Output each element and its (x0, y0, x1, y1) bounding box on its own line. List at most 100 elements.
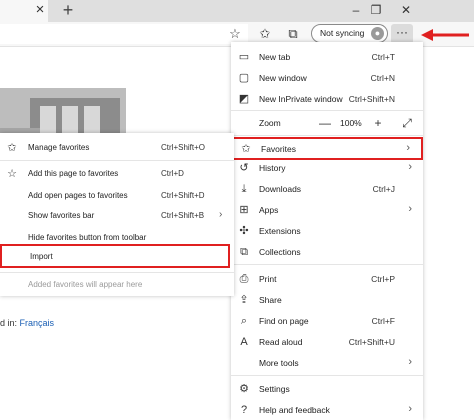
print-icon: ⎙ (239, 273, 249, 285)
favorites-icon: ✩ (7, 142, 17, 154)
close-tab-icon[interactable]: × (32, 2, 48, 18)
menu-divider (231, 375, 423, 376)
menu-shortcut: Ctrl+J (372, 184, 395, 194)
menu-item-more-tools[interactable]: More tools › (231, 353, 423, 374)
menu-divider (231, 135, 423, 136)
submenu-shortcut: Ctrl+Shift+B (161, 211, 205, 220)
menu-label: Settings (259, 384, 290, 394)
submenu-item-add-open-pages[interactable]: Add open pages to favorites Ctrl+Shift+D (0, 185, 234, 207)
share-icon: ⇪ (239, 294, 249, 306)
menu-label: Collections (259, 247, 301, 257)
menu-item-new-window[interactable]: ▢ New window Ctrl+N (231, 68, 423, 89)
menu-item-print[interactable]: ⎙ Print Ctrl+P (231, 269, 423, 290)
fullscreen-icon[interactable]: ⤢ (398, 114, 416, 132)
settings-and-more-button[interactable]: ··· (391, 24, 413, 44)
star-icon: ☆ (7, 168, 17, 180)
new-window-icon: ▢ (238, 72, 250, 84)
menu-item-new-tab[interactable]: ▭ New tab Ctrl+T (231, 47, 423, 68)
menu-label: Find on page (259, 316, 309, 326)
zoom-in-button[interactable]: + (369, 114, 387, 132)
menu-label: Help and feedback (259, 405, 330, 415)
submenu-label: Import (30, 252, 53, 261)
menu-item-downloads[interactable]: ⤓ Downloads Ctrl+J (231, 179, 423, 200)
menu-item-read-aloud[interactable]: A Read aloud Ctrl+Shift+U (231, 332, 423, 353)
menu-label: Print (259, 274, 277, 284)
gear-icon: ⚙ (239, 383, 249, 395)
submenu-divider (0, 272, 234, 273)
close-window-button[interactable]: ✕ (394, 2, 418, 18)
add-favorite-star-icon[interactable]: ☆ (225, 24, 245, 44)
language-link[interactable]: Français (20, 318, 55, 328)
menu-divider (231, 110, 423, 111)
language-prefix: d in: (0, 318, 18, 328)
submenu-item-show-favorites-bar[interactable]: Show favorites bar Ctrl+Shift+B › (0, 205, 234, 227)
restore-button[interactable]: ❐ (364, 2, 388, 18)
zoom-value: 100% (340, 118, 362, 128)
submenu-item-add-this-page[interactable]: ☆ Add this page to favorites Ctrl+D (0, 163, 234, 185)
profile-sync-button[interactable]: Not syncing ● (311, 24, 388, 43)
menu-item-collections[interactable]: ⧉ Collections (231, 242, 423, 263)
sync-status-label: Not syncing (320, 28, 365, 38)
menu-shortcut: Ctrl+F (371, 316, 395, 326)
menu-label: Read aloud (259, 337, 303, 347)
menu-shortcut: Ctrl+P (371, 274, 395, 284)
menu-shortcut: Ctrl+N (370, 73, 395, 83)
submenu-divider (0, 160, 234, 161)
chevron-right-icon: › (406, 142, 410, 154)
new-tab-icon: ▭ (238, 51, 250, 63)
submenu-label: Manage favorites (28, 143, 90, 152)
menu-shortcut: Ctrl+Shift+N (348, 94, 395, 104)
new-tab-button[interactable]: + (58, 1, 78, 21)
menu-item-history[interactable]: ↺ History › (231, 158, 423, 179)
help-icon: ? (240, 404, 248, 416)
submenu-shortcut: Ctrl+Shift+D (161, 191, 205, 200)
find-icon: ⌕ (240, 315, 248, 327)
menu-item-new-inprivate-window[interactable]: ◩ New InPrivate window Ctrl+Shift+N (231, 89, 423, 110)
submenu-shortcut: Ctrl+Shift+O (161, 143, 206, 152)
chevron-right-icon: › (408, 356, 412, 368)
menu-label: New InPrivate window (259, 94, 343, 104)
menu-item-apps[interactable]: ⊞ Apps › (231, 200, 423, 221)
submenu-label: Add open pages to favorites (28, 191, 128, 200)
menu-label: Extensions (259, 226, 301, 236)
menu-shortcut: Ctrl+T (371, 52, 395, 62)
apps-icon: ⊞ (239, 204, 249, 216)
submenu-shortcut: Ctrl+D (161, 169, 184, 178)
menu-item-find-on-page[interactable]: ⌕ Find on page Ctrl+F (231, 311, 423, 332)
chevron-right-icon: › (408, 403, 412, 415)
zoom-row: Zoom — 100% + ⤢ (231, 112, 423, 134)
menu-item-settings[interactable]: ⚙ Settings (231, 379, 423, 400)
read-aloud-icon: A (240, 336, 248, 348)
favorites-icon[interactable]: ✩ (255, 24, 275, 44)
download-icon: ⤓ (241, 183, 247, 195)
menu-label: New window (259, 73, 307, 83)
extensions-icon: ✣ (239, 225, 249, 237)
address-bar[interactable] (0, 24, 248, 44)
inprivate-icon: ◩ (238, 93, 250, 105)
collections-icon: ⧉ (240, 246, 248, 258)
history-icon: ↺ (239, 162, 249, 174)
menu-item-favorites[interactable]: ✩ Favorites › (231, 137, 423, 160)
chevron-right-icon: › (219, 209, 223, 220)
menu-label: Apps (259, 205, 279, 215)
submenu-item-import[interactable]: Import (0, 244, 230, 268)
menu-item-help-and-feedback[interactable]: ? Help and feedback › (231, 400, 423, 420)
zoom-label: Zoom (259, 118, 281, 128)
menu-shortcut: Ctrl+Shift+U (348, 337, 395, 347)
menu-label: More tools (259, 358, 299, 368)
avatar: ● (371, 27, 384, 40)
menu-label: Downloads (259, 184, 302, 194)
submenu-label: Add this page to favorites (28, 169, 119, 178)
red-arrow-icon (421, 29, 469, 41)
collections-icon[interactable]: ⧉ (283, 24, 303, 44)
menu-item-extensions[interactable]: ✣ Extensions (231, 221, 423, 242)
menu-label: New tab (259, 52, 291, 62)
menu-label: Share (259, 295, 282, 305)
submenu-label: Hide favorites button from toolbar (28, 233, 147, 242)
favorites-empty-note: Added favorites will appear here (0, 274, 234, 296)
submenu-label: Show favorites bar (28, 211, 95, 220)
submenu-label: Added favorites will appear here (28, 280, 143, 289)
submenu-item-manage-favorites[interactable]: ✩ Manage favorites Ctrl+Shift+O (0, 137, 234, 159)
menu-item-share[interactable]: ⇪ Share (231, 290, 423, 311)
zoom-out-button[interactable]: — (316, 114, 334, 132)
